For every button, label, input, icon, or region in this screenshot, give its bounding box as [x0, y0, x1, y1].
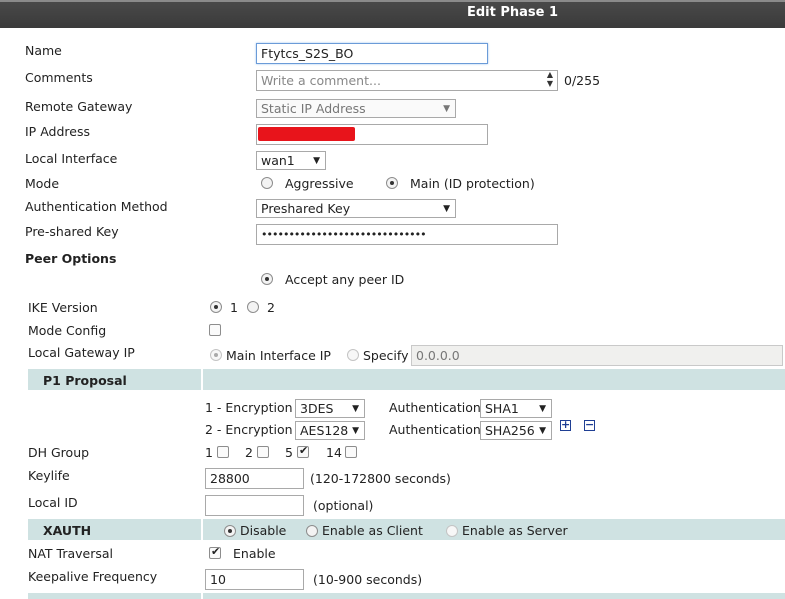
local-gateway-label: Local Gateway IP	[28, 345, 135, 360]
ike-v2-radio[interactable]	[247, 301, 259, 313]
chevron-down-icon: ▼	[352, 426, 359, 436]
remote-gateway-value: Static IP Address	[261, 101, 366, 116]
band-divider	[201, 369, 203, 390]
band-divider	[201, 593, 203, 599]
chevron-down-icon: ▼	[443, 204, 450, 214]
proposal-2-auth-value: SHA256	[485, 423, 535, 438]
ike-version-label: IKE Version	[28, 300, 98, 315]
xauth-disable-radio[interactable]	[224, 525, 236, 537]
mode-config-label: Mode Config	[28, 323, 107, 338]
xauth-disable-label: Disable	[240, 523, 287, 538]
xauth-client-radio[interactable]	[306, 525, 318, 537]
nat-traversal-label: NAT Traversal	[28, 546, 114, 561]
psk-input[interactable]: ••••••••••••••••••••••••••••••	[256, 224, 558, 245]
mode-label: Mode	[25, 176, 60, 191]
xauth-client-label: Enable as Client	[322, 523, 423, 538]
comments-placeholder: Write a comment...	[261, 73, 381, 88]
psk-label: Pre-shared Key	[25, 224, 119, 239]
ike-v1-label: 1	[230, 300, 238, 315]
p1-proposal-heading: P1 Proposal	[43, 373, 127, 388]
comments-textarea[interactable]: Write a comment... ▲ ▼	[256, 70, 558, 91]
dh-2-checkbox[interactable]	[257, 446, 269, 458]
xauth-server-radio[interactable]	[446, 525, 458, 537]
proposal-2-enc-select[interactable]: AES128 ▼	[295, 421, 365, 440]
accept-any-peer-label: Accept any peer ID	[285, 272, 405, 287]
proposal-1-enc-value: 3DES	[300, 401, 334, 416]
keylife-label: Keylife	[28, 468, 70, 483]
chevron-down-icon: ▼	[539, 404, 546, 414]
ike-v1-radio[interactable]	[210, 301, 222, 313]
local-gateway-specify-label: Specify	[363, 348, 409, 363]
local-gateway-specify-radio[interactable]	[347, 349, 359, 361]
auth-method-select[interactable]: Preshared Key ▼	[256, 199, 456, 218]
auth-method-label: Authentication Method	[25, 199, 168, 214]
local-interface-label: Local Interface	[25, 151, 118, 166]
keepalive-input[interactable]: 10	[205, 569, 304, 590]
comments-label: Comments	[25, 70, 93, 85]
proposal-2-auth-select[interactable]: SHA256 ▼	[480, 421, 552, 440]
remote-gateway-select[interactable]: Static IP Address ▼	[256, 99, 456, 118]
proposal-2-auth-label: Authentication	[389, 422, 481, 437]
chevron-down-icon: ▼	[352, 404, 359, 414]
local-gateway-main-label: Main Interface IP	[226, 348, 331, 363]
chevron-down-icon: ▼	[539, 426, 546, 436]
header-highlight	[0, 0, 785, 2]
dh-14-checkbox[interactable]	[345, 446, 357, 458]
proposal-2-enc-value: AES128	[300, 423, 349, 438]
keylife-input[interactable]: 28800	[205, 468, 304, 489]
proposal-1-auth-value: SHA1	[485, 401, 519, 416]
local-interface-select[interactable]: wan1 ▼	[256, 151, 326, 170]
mode-config-checkbox[interactable]	[209, 324, 221, 336]
next-section-band	[28, 593, 785, 599]
dh-group-label: DH Group	[28, 445, 90, 460]
peer-options-heading: Peer Options	[25, 251, 117, 266]
band-divider	[201, 519, 203, 540]
local-id-label: Local ID	[28, 495, 78, 510]
proposal-1-enc-label: 1 - Encryption	[205, 400, 293, 415]
proposal-1-enc-select[interactable]: 3DES ▼	[295, 399, 365, 418]
dh-1-label: 1	[205, 445, 213, 460]
proposal-1-auth-select[interactable]: SHA1 ▼	[480, 399, 552, 418]
local-interface-value: wan1	[261, 153, 295, 168]
name-input[interactable]: Ftytcs_S2S_BO	[256, 43, 488, 64]
mode-aggressive-radio[interactable]	[261, 177, 273, 189]
keepalive-label: Keepalive Frequency	[28, 569, 158, 584]
dh-1-checkbox[interactable]	[217, 446, 229, 458]
p1-proposal-band	[28, 369, 785, 390]
chevron-down-icon: ▼	[443, 104, 450, 114]
local-id-hint: (optional)	[313, 498, 374, 513]
proposal-1-auth-label: Authentication	[389, 400, 481, 415]
ip-address-label: IP Address	[25, 124, 90, 139]
accept-any-peer-radio[interactable]	[261, 273, 273, 285]
remove-proposal-icon[interactable]: −	[584, 419, 595, 431]
chevron-down-icon: ▼	[313, 156, 320, 166]
local-gateway-main-radio[interactable]	[210, 349, 222, 361]
dh-2-label: 2	[245, 445, 253, 460]
proposal-2-enc-label: 2 - Encryption	[205, 422, 293, 437]
mode-main-label: Main (ID protection)	[410, 176, 535, 191]
dh-5-checkbox[interactable]	[297, 444, 309, 458]
keylife-hint: (120-172800 seconds)	[310, 471, 451, 486]
dh-5-label: 5	[285, 445, 293, 460]
name-label: Name	[25, 43, 62, 58]
comments-counter: 0/255	[564, 73, 601, 88]
mode-main-radio[interactable]	[386, 177, 398, 189]
xauth-heading: XAUTH	[43, 523, 92, 538]
keepalive-hint: (10-900 seconds)	[313, 572, 423, 587]
ike-v2-label: 2	[267, 300, 275, 315]
remote-gateway-label: Remote Gateway	[25, 99, 133, 114]
redaction-mark	[258, 127, 355, 141]
nat-traversal-option: Enable	[233, 546, 276, 561]
dialog-title: Edit Phase 1	[466, 5, 559, 20]
mode-aggressive-label: Aggressive	[285, 176, 354, 191]
nat-traversal-checkbox[interactable]	[209, 545, 221, 559]
dh-14-label: 14	[326, 445, 342, 460]
add-proposal-icon[interactable]: +	[560, 419, 571, 431]
xauth-server-label: Enable as Server	[462, 523, 568, 538]
textarea-spinner-icon[interactable]: ▲ ▼	[547, 71, 553, 88]
local-id-input[interactable]	[205, 495, 304, 516]
auth-method-value: Preshared Key	[261, 201, 351, 216]
local-gateway-ip-input[interactable]: 0.0.0.0	[411, 345, 783, 366]
